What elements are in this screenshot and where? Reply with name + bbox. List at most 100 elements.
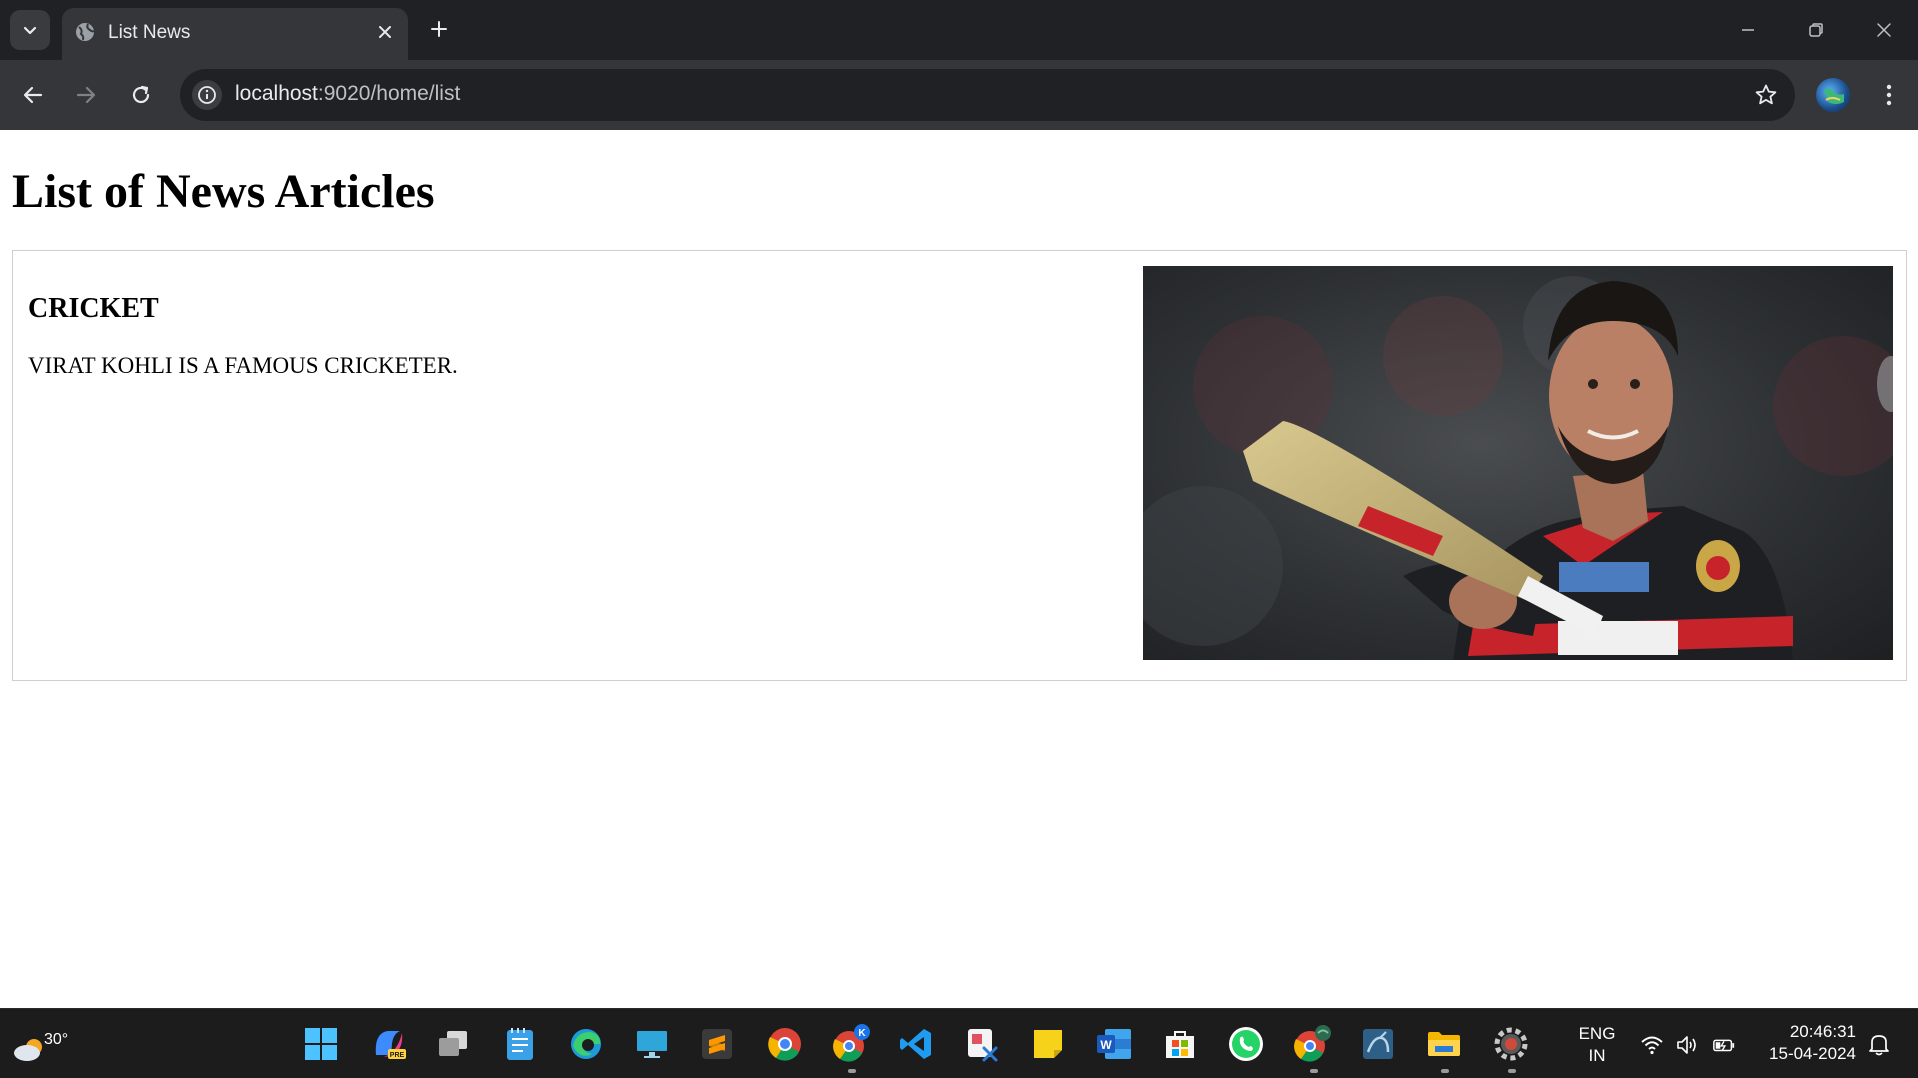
edge-icon	[571, 1029, 601, 1059]
restore-button[interactable]	[1796, 12, 1836, 48]
close-icon	[1877, 23, 1891, 37]
mysql-workbench-icon	[1363, 1029, 1393, 1059]
taskbar-chrome-profile[interactable]: K	[831, 1024, 871, 1064]
clock-date: 15-04-2024	[1769, 1044, 1856, 1063]
start-button[interactable]	[301, 1024, 341, 1064]
battery-charging-icon	[1713, 1039, 1735, 1052]
web-page: List of News Articles CRICKET VIRAT KOHL…	[0, 130, 1918, 1008]
wifi-button[interactable]	[1640, 1033, 1664, 1057]
weather-widget[interactable]: 30°	[12, 1019, 68, 1069]
svg-text:W: W	[1100, 1038, 1112, 1052]
arrow-right-icon	[76, 86, 96, 104]
whatsapp-icon	[1229, 1027, 1263, 1061]
windows-icon	[305, 1028, 337, 1060]
taskbar-chrome-dev[interactable]	[1292, 1024, 1332, 1064]
chrome-icon	[768, 1028, 801, 1061]
taskbar-sublime-text[interactable]	[697, 1024, 737, 1064]
taskbar-sticky-notes[interactable]	[1028, 1024, 1068, 1064]
volume-icon	[1677, 1036, 1696, 1054]
svg-text:PRE: PRE	[390, 1052, 405, 1059]
taskbar: 30° PRE K W ENG IN 20:46:31 15-04-2024	[0, 1008, 1918, 1078]
copilot-icon: PRE	[375, 1031, 406, 1059]
taskbar-vscode[interactable]	[896, 1024, 936, 1064]
news-article-card: CRICKET VIRAT KOHLI IS A FAMOUS CRICKETE…	[12, 250, 1907, 681]
url-text[interactable]: localhost:9020/home/list	[235, 82, 460, 106]
running-indicator	[1441, 1069, 1449, 1073]
close-tab-button[interactable]	[372, 19, 398, 45]
taskbar-edge[interactable]	[566, 1024, 606, 1064]
taskbar-copilot[interactable]: PRE	[369, 1024, 409, 1064]
globe-icon	[76, 23, 95, 41]
tab-title: List News	[108, 22, 191, 43]
task-view-icon	[439, 1031, 467, 1056]
clock-time: 20:46:31	[1789, 1022, 1856, 1041]
minimize-button[interactable]	[1728, 12, 1768, 48]
article-image	[1143, 266, 1893, 660]
reload-button[interactable]	[122, 76, 160, 114]
taskbar-store[interactable]	[1160, 1024, 1200, 1064]
tab-strip: List News	[0, 0, 1918, 60]
browser-toolbar: localhost:9020/home/list	[0, 60, 1918, 130]
store-icon	[1166, 1031, 1194, 1058]
taskbar-word[interactable]: W	[1094, 1024, 1134, 1064]
wifi-icon	[1641, 1036, 1663, 1055]
running-indicator	[1310, 1069, 1318, 1073]
taskbar-remote-desktop[interactable]	[632, 1024, 672, 1064]
site-info-button[interactable]	[192, 80, 222, 110]
active-tab[interactable]: List News	[62, 8, 408, 60]
article-text: VIRAT KOHLI IS A FAMOUS CRICKETER.	[28, 353, 458, 378]
sticky-notes-icon	[1034, 1030, 1062, 1058]
article-category: CRICKET	[28, 293, 159, 324]
address-bar[interactable]: localhost:9020/home/list	[180, 69, 1795, 121]
url-path: :9020/home/list	[317, 82, 461, 105]
system-clock[interactable]: 20:46:31 15-04-2024	[1756, 1021, 1856, 1065]
gear-icon	[1494, 1027, 1528, 1061]
new-tab-button[interactable]	[424, 14, 454, 44]
reload-icon	[132, 85, 150, 104]
taskbar-notepad[interactable]	[500, 1024, 540, 1064]
language-indicator[interactable]: ENG IN	[1577, 1023, 1617, 1067]
page-title: List of News Articles	[12, 165, 435, 218]
profile-avatar[interactable]	[1816, 78, 1850, 112]
close-window-button[interactable]	[1864, 12, 1904, 48]
info-icon	[198, 86, 216, 104]
taskbar-whatsapp[interactable]	[1226, 1024, 1266, 1064]
taskbar-chrome[interactable]	[765, 1024, 805, 1064]
folder-icon	[1428, 1032, 1460, 1056]
chrome-profile-icon: K	[833, 1024, 870, 1062]
taskbar-file-explorer[interactable]	[1424, 1024, 1464, 1064]
avatar-image	[1824, 88, 1844, 104]
taskbar-task-view[interactable]	[433, 1024, 473, 1064]
url-host: localhost	[235, 82, 318, 105]
notifications-button[interactable]	[1866, 1031, 1892, 1057]
volume-button[interactable]	[1675, 1033, 1699, 1057]
chevron-down-icon	[23, 26, 37, 35]
browser-menu-button[interactable]	[1872, 78, 1906, 112]
running-indicator	[848, 1069, 856, 1073]
taskbar-snipping-tool[interactable]	[962, 1024, 1002, 1064]
weather-temperature: 30°	[44, 1031, 69, 1048]
chrome-dev-icon	[1294, 1025, 1331, 1062]
taskbar-settings[interactable]	[1491, 1024, 1531, 1064]
taskbar-mysql-workbench[interactable]	[1358, 1024, 1398, 1064]
bookmark-button[interactable]	[1751, 80, 1781, 110]
forward-button[interactable]	[67, 76, 105, 114]
back-button[interactable]	[14, 76, 52, 114]
svg-text:K: K	[858, 1028, 866, 1039]
vscode-icon	[900, 1029, 931, 1059]
snipping-tool-icon	[968, 1029, 998, 1062]
star-icon	[1755, 84, 1777, 105]
plus-icon	[431, 21, 447, 37]
monitor-icon	[637, 1031, 667, 1058]
running-indicator	[1508, 1069, 1516, 1073]
word-icon: W	[1097, 1029, 1131, 1059]
arrow-left-icon	[23, 86, 43, 104]
cricketer-photo	[1143, 266, 1893, 660]
restore-icon	[1809, 23, 1823, 37]
battery-button[interactable]	[1712, 1033, 1736, 1057]
notepad-icon	[507, 1028, 533, 1060]
tab-search-button[interactable]	[10, 10, 50, 50]
close-icon	[379, 26, 391, 38]
language-code: ENG	[1578, 1024, 1616, 1043]
more-vertical-icon	[1886, 84, 1892, 106]
